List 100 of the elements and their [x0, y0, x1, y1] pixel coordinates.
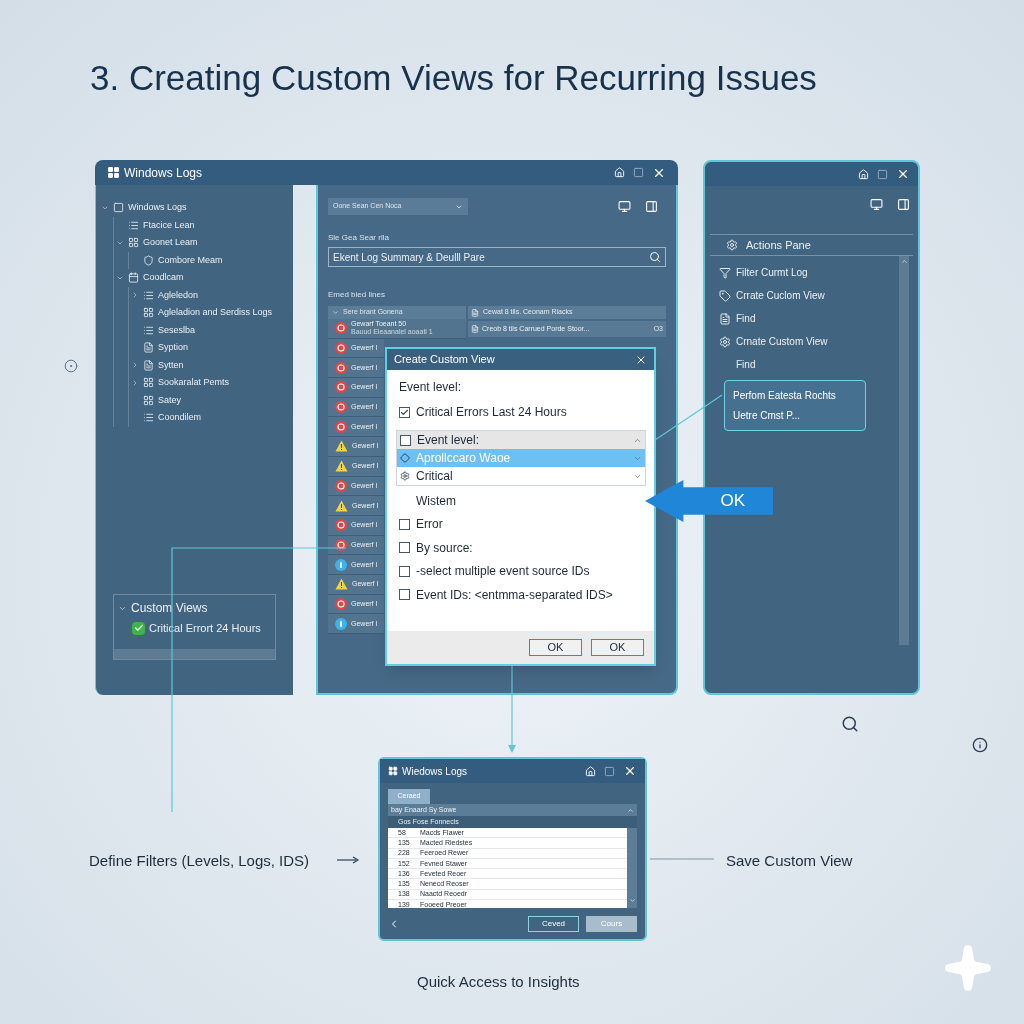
document-icon: [471, 308, 479, 317]
checkbox-label[interactable]: -select multiple event source IDs: [416, 562, 590, 581]
checkbox[interactable]: [399, 589, 410, 601]
warning-icon: [335, 440, 348, 453]
sparkle-icon: [943, 943, 993, 993]
filter-icon: [719, 266, 731, 279]
collapse-icon[interactable]: [131, 291, 139, 300]
warning-icon: [335, 578, 348, 591]
tag-icon: [719, 289, 731, 302]
close-icon[interactable]: [623, 764, 637, 778]
info-icon: [335, 617, 347, 630]
home-icon[interactable]: [858, 168, 869, 180]
caption: Define Filters (Levels, Logs, IDS): [89, 851, 310, 871]
search-icon[interactable]: [649, 251, 661, 263]
error-icon: [335, 420, 347, 433]
circle-icon: [64, 359, 78, 373]
checkbox[interactable]: [399, 542, 410, 554]
error-icon: [335, 479, 347, 492]
log-icon: [113, 202, 124, 214]
close-icon[interactable]: [896, 167, 910, 181]
tree-item[interactable]: Windows Logs: [128, 201, 187, 215]
tree-item[interactable]: Agleladion and Serdiss Logs: [158, 306, 273, 320]
error-icon: [335, 401, 347, 414]
tree-item[interactable]: Combore Meam: [158, 253, 223, 267]
field-label: Sle Gea Sear rlla: [328, 232, 390, 244]
log-icon: [143, 254, 154, 266]
log-icon: [128, 219, 139, 231]
list-option[interactable]: Event level:: [397, 431, 645, 449]
monitor-icon[interactable]: [618, 200, 631, 213]
collapse-icon[interactable]: [131, 361, 139, 370]
action-item[interactable]: Find: [736, 311, 756, 326]
caption: Quick Access to Insights: [417, 972, 580, 992]
checkbox[interactable]: [399, 565, 410, 577]
checkbox-label[interactable]: Event IDs: <entmma-separated IDS>: [416, 585, 613, 604]
custom-view-item[interactable]: Critical Errort 24 Hours: [149, 620, 261, 637]
ok-button[interactable]: OK: [529, 639, 582, 656]
gear-icon: [719, 335, 731, 348]
pane-heading: Actions Pane: [746, 237, 811, 253]
caption: Save Custom View: [726, 851, 853, 871]
log-icon: [143, 359, 154, 371]
log-icon: [143, 342, 154, 354]
gear-icon: [400, 471, 410, 481]
info-icon: [335, 558, 347, 571]
tree-item[interactable]: Ftacice Lean: [143, 218, 195, 232]
tree-item[interactable]: Satey: [158, 393, 181, 407]
warning-icon: [335, 460, 348, 473]
checkbox[interactable]: [399, 406, 410, 418]
log-icon: [128, 237, 139, 249]
checkbox[interactable]: [399, 518, 410, 530]
document-icon: [471, 325, 479, 333]
tree-item[interactable]: Goonet Leam: [143, 236, 198, 250]
dialog-button[interactable]: Ceved: [528, 915, 579, 932]
log-icon: [143, 324, 154, 336]
level-listbox[interactable]: Event level: Aprollccaro Waoe Critical: [396, 430, 646, 486]
monitor-icon[interactable]: [870, 198, 883, 211]
section-heading[interactable]: Custom Views: [131, 599, 208, 617]
windows-icon: [388, 766, 398, 776]
scrollbar[interactable]: [899, 256, 909, 645]
actions-icon: [726, 239, 738, 251]
caption-arrow: [336, 856, 360, 864]
checkbox[interactable]: [132, 621, 145, 635]
tooltip-text: Uetre Cmst P...: [733, 409, 802, 423]
error-icon: [335, 361, 347, 374]
windows-icon: [107, 166, 120, 179]
search-field[interactable]: Ekent Log Summary & Deulll Pare: [328, 247, 666, 267]
option-label[interactable]: Wistem: [416, 491, 456, 510]
tree-item[interactable]: Seseslba: [158, 323, 196, 337]
document-icon: [719, 312, 731, 325]
collapse-icon[interactable]: [131, 378, 139, 387]
tree-item[interactable]: Sytten: [158, 358, 184, 372]
tree-item[interactable]: Coodlcam: [143, 271, 184, 285]
checkbox[interactable]: [400, 434, 411, 446]
tree-item[interactable]: Sookaralat Pemts: [158, 376, 230, 390]
field-label: Event level:: [399, 379, 463, 396]
log-icon: [143, 412, 154, 424]
error-icon: [335, 538, 347, 551]
action-item[interactable]: Crrate Cuclom View: [736, 288, 825, 303]
tree-item[interactable]: Agleledon: [158, 288, 199, 302]
action-item[interactable]: Crnate Custom View: [736, 334, 828, 349]
home-icon[interactable]: [585, 765, 596, 777]
log-icon: [143, 307, 154, 319]
tree-item[interactable]: Coondilem: [158, 411, 202, 425]
action-item[interactable]: Find: [736, 357, 756, 372]
window-title: Windows Logs: [124, 164, 203, 182]
ok-button[interactable]: OK: [591, 639, 644, 656]
action-item[interactable]: Filter Curmt Log: [736, 265, 808, 280]
leader-line: [649, 858, 715, 860]
panel-icon[interactable]: [645, 200, 658, 213]
checkbox-label[interactable]: Error: [416, 515, 443, 534]
log-icon: [143, 377, 154, 389]
error-icon: [335, 597, 347, 610]
tree-item[interactable]: Syption: [158, 341, 189, 355]
scrollbar[interactable]: [627, 828, 637, 908]
log-icon: [143, 289, 154, 301]
checkbox-label[interactable]: By source:: [416, 538, 473, 557]
log-icon: [128, 272, 139, 284]
home-icon[interactable]: [614, 167, 625, 178]
panel-icon[interactable]: [897, 198, 910, 211]
diamond-icon: [400, 453, 410, 463]
checkbox-label[interactable]: Critical Errors Last 24 Hours: [416, 403, 567, 421]
